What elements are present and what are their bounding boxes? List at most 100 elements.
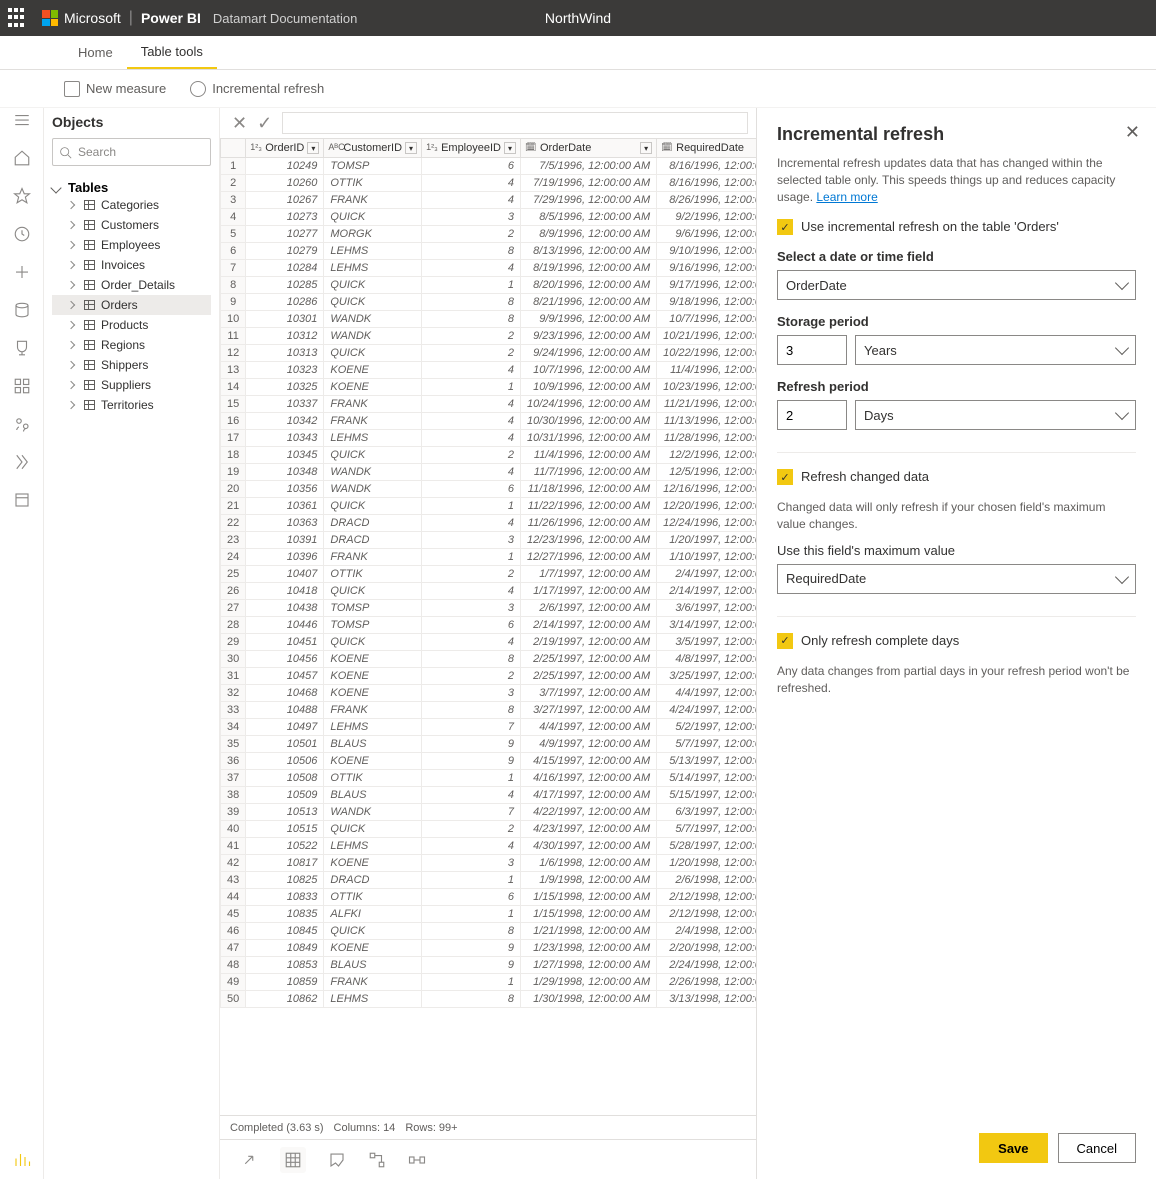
table-item-order_details[interactable]: Order_Details (52, 275, 211, 295)
create-icon[interactable] (13, 263, 31, 281)
save-button[interactable]: Save (979, 1133, 1047, 1163)
table-item-categories[interactable]: Categories (52, 195, 211, 215)
table-row[interactable]: 3110457KOENE22/25/1997, 12:00:00 AM3/25/… (221, 668, 757, 685)
table-row[interactable]: 1910348WANDK411/7/1996, 12:00:00 AM12/5/… (221, 464, 757, 481)
use-incremental-checkbox[interactable]: ✓ (777, 219, 793, 235)
column-header-customerid[interactable]: AᴮCCustomerID▾ (324, 139, 422, 158)
table-row[interactable]: 2010356WANDK611/18/1996, 12:00:00 AM12/1… (221, 481, 757, 498)
table-row[interactable]: 2710438TOMSP32/6/1997, 12:00:00 AM3/6/19… (221, 600, 757, 617)
home-icon[interactable] (13, 149, 31, 167)
tab-table-tools[interactable]: Table tools (127, 36, 217, 69)
column-header-requireddate[interactable]: 🗓RequiredDate▾ (657, 139, 756, 158)
relationship-view-icon[interactable] (408, 1151, 426, 1169)
table-row[interactable]: 3810509BLAUS44/17/1997, 12:00:00 AM5/15/… (221, 787, 757, 804)
incremental-refresh-button[interactable]: Incremental refresh (190, 81, 324, 97)
waffle-launcher-icon[interactable] (8, 8, 28, 28)
expand-icon[interactable] (240, 1151, 258, 1169)
favorite-icon[interactable] (13, 187, 31, 205)
table-item-customers[interactable]: Customers (52, 215, 211, 235)
table-row[interactable]: 3510501BLAUS94/9/1997, 12:00:00 AM5/7/19… (221, 736, 757, 753)
max-field-select[interactable]: RequiredDate (777, 564, 1136, 594)
table-row[interactable]: 3410497LEHMS74/4/1997, 12:00:00 AM5/2/19… (221, 719, 757, 736)
column-header-orderid[interactable]: 1²₃OrderID▾ (246, 139, 324, 158)
date-field-select[interactable]: OrderDate (777, 270, 1136, 300)
refresh-value-input[interactable] (777, 400, 847, 430)
table-row[interactable]: 1710343LEHMS410/31/1996, 12:00:00 AM11/2… (221, 430, 757, 447)
data-grid[interactable]: 1²₃OrderID▾AᴮCCustomerID▾1²₃EmployeeID▾🗓… (220, 138, 756, 1115)
datasets-icon[interactable] (13, 301, 31, 319)
learn-icon[interactable] (13, 491, 31, 509)
table-row[interactable]: 2310391DRACD312/23/1996, 12:00:00 AM1/20… (221, 532, 757, 549)
table-row[interactable]: 2110361QUICK111/22/1996, 12:00:00 AM12/2… (221, 498, 757, 515)
refresh-changed-checkbox[interactable]: ✓ (777, 469, 793, 485)
cancel-formula-icon[interactable]: ✕ (232, 113, 247, 134)
model-view-icon[interactable] (368, 1151, 386, 1169)
table-row[interactable]: 1310323KOENE410/7/1996, 12:00:00 AM11/4/… (221, 362, 757, 379)
table-row[interactable]: 1010301WANDK89/9/1996, 12:00:00 AM10/7/1… (221, 311, 757, 328)
table-row[interactable]: 4010515QUICK24/23/1997, 12:00:00 AM5/7/1… (221, 821, 757, 838)
table-row[interactable]: 4610845QUICK81/21/1998, 12:00:00 AM2/4/1… (221, 923, 757, 940)
column-header-employeeid[interactable]: 1²₃EmployeeID▾ (422, 139, 521, 158)
table-row[interactable]: 5010862LEHMS81/30/1998, 12:00:00 AM3/13/… (221, 991, 757, 1008)
table-row[interactable]: 310267FRANK47/29/1996, 12:00:00 AM8/26/1… (221, 192, 757, 209)
table-item-employees[interactable]: Employees (52, 235, 211, 255)
table-row[interactable]: 710284LEHMS48/19/1996, 12:00:00 AM9/16/1… (221, 260, 757, 277)
table-row[interactable]: 110249TOMSP67/5/1996, 12:00:00 AM8/16/19… (221, 158, 757, 175)
filter-icon[interactable]: ▾ (405, 142, 417, 154)
complete-days-checkbox[interactable]: ✓ (777, 633, 793, 649)
table-row[interactable]: 1510337FRANK410/24/1996, 12:00:00 AM11/2… (221, 396, 757, 413)
table-row[interactable]: 4210817KOENE31/6/1998, 12:00:00 AM1/20/1… (221, 855, 757, 872)
table-item-products[interactable]: Products (52, 315, 211, 335)
table-row[interactable]: 2210363DRACD411/26/1996, 12:00:00 AM12/2… (221, 515, 757, 532)
table-row[interactable]: 3910513WANDK74/22/1997, 12:00:00 AM6/3/1… (221, 804, 757, 821)
table-item-invoices[interactable]: Invoices (52, 255, 211, 275)
table-row[interactable]: 1210313QUICK29/24/1996, 12:00:00 AM10/22… (221, 345, 757, 362)
new-measure-button[interactable]: New measure (64, 81, 166, 97)
table-item-suppliers[interactable]: Suppliers (52, 375, 211, 395)
table-row[interactable]: 2510407OTTIK21/7/1997, 12:00:00 AM2/4/19… (221, 566, 757, 583)
workspace-icon[interactable] (13, 1151, 31, 1169)
column-header-orderdate[interactable]: 🗓OrderDate▾ (520, 139, 656, 158)
search-input[interactable]: Search (52, 138, 211, 166)
table-row[interactable]: 4810853BLAUS91/27/1998, 12:00:00 AM2/24/… (221, 957, 757, 974)
table-row[interactable]: 4910859FRANK11/29/1998, 12:00:00 AM2/26/… (221, 974, 757, 991)
table-row[interactable]: 4310825DRACD11/9/1998, 12:00:00 AM2/6/19… (221, 872, 757, 889)
accept-formula-icon[interactable]: ✓ (257, 113, 272, 134)
cancel-button[interactable]: Cancel (1058, 1133, 1136, 1163)
table-row[interactable]: 3710508OTTIK14/16/1997, 12:00:00 AM5/14/… (221, 770, 757, 787)
table-row[interactable]: 2610418QUICK41/17/1997, 12:00:00 AM2/14/… (221, 583, 757, 600)
filter-icon[interactable]: ▾ (504, 142, 516, 154)
table-item-territories[interactable]: Territories (52, 395, 211, 415)
storage-value-input[interactable] (777, 335, 847, 365)
table-item-orders[interactable]: Orders (52, 295, 211, 315)
table-row[interactable]: 2810446TOMSP62/14/1997, 12:00:00 AM3/14/… (221, 617, 757, 634)
table-row[interactable]: 510277MORGK28/9/1996, 12:00:00 AM9/6/199… (221, 226, 757, 243)
table-row[interactable]: 3210468KOENE33/7/1997, 12:00:00 AM4/4/19… (221, 685, 757, 702)
apps-icon[interactable] (13, 377, 31, 395)
table-row[interactable]: 1610342FRANK410/30/1996, 12:00:00 AM11/1… (221, 413, 757, 430)
close-icon[interactable]: ✕ (1125, 122, 1140, 143)
filter-icon[interactable]: ▾ (640, 142, 652, 154)
hamburger-icon[interactable] (13, 111, 31, 129)
storage-unit-select[interactable]: Years (855, 335, 1136, 365)
table-item-shippers[interactable]: Shippers (52, 355, 211, 375)
table-row[interactable]: 410273QUICK38/5/1996, 12:00:00 AM9/2/199… (221, 209, 757, 226)
table-row[interactable]: 810285QUICK18/20/1996, 12:00:00 AM9/17/1… (221, 277, 757, 294)
table-row[interactable]: 610279LEHMS88/13/1996, 12:00:00 AM9/10/1… (221, 243, 757, 260)
table-row[interactable]: 2410396FRANK112/27/1996, 12:00:00 AM1/10… (221, 549, 757, 566)
formula-bar[interactable] (282, 112, 748, 134)
table-row[interactable]: 210260OTTIK47/19/1996, 12:00:00 AM8/16/1… (221, 175, 757, 192)
shared-icon[interactable] (13, 415, 31, 433)
goals-icon[interactable] (13, 339, 31, 357)
deploy-icon[interactable] (13, 453, 31, 471)
table-row[interactable]: 4110522LEHMS44/30/1997, 12:00:00 AM5/28/… (221, 838, 757, 855)
table-row[interactable]: 910286QUICK88/21/1996, 12:00:00 AM9/18/1… (221, 294, 757, 311)
query-view-icon[interactable] (328, 1151, 346, 1169)
table-row[interactable]: 1410325KOENE110/9/1996, 12:00:00 AM10/23… (221, 379, 757, 396)
recent-icon[interactable] (13, 225, 31, 243)
table-row[interactable]: 3310488FRANK83/27/1997, 12:00:00 AM4/24/… (221, 702, 757, 719)
table-row[interactable]: 3010456KOENE82/25/1997, 12:00:00 AM4/8/1… (221, 651, 757, 668)
table-row[interactable]: 1810345QUICK211/4/1996, 12:00:00 AM12/2/… (221, 447, 757, 464)
filter-icon[interactable]: ▾ (307, 142, 319, 154)
table-row[interactable]: 4510835ALFKI11/15/1998, 12:00:00 AM2/12/… (221, 906, 757, 923)
